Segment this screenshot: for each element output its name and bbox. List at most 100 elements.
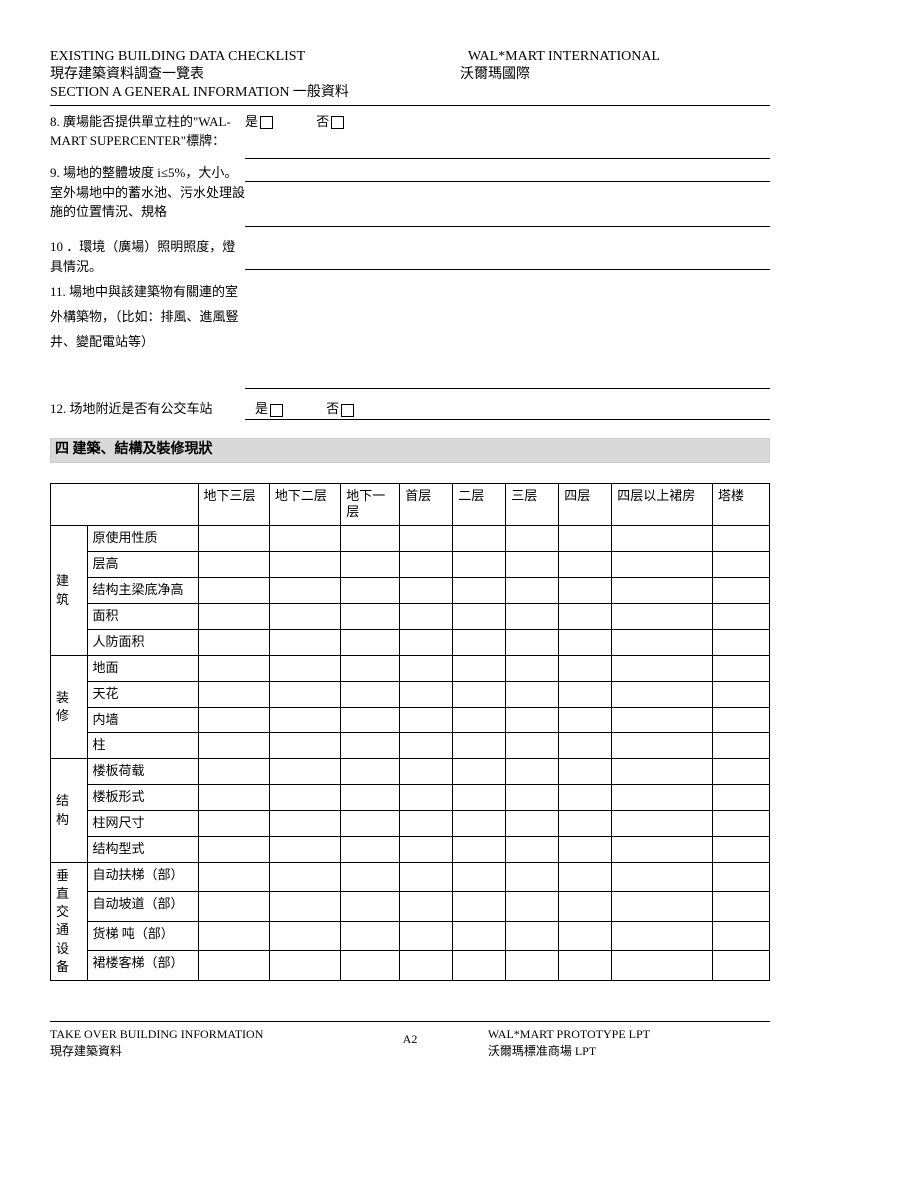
- table-cell[interactable]: [453, 629, 506, 655]
- table-cell[interactable]: [506, 629, 559, 655]
- table-cell[interactable]: [400, 552, 453, 578]
- table-cell[interactable]: [341, 526, 400, 552]
- table-cell[interactable]: [453, 811, 506, 837]
- table-cell[interactable]: [198, 921, 269, 951]
- table-cell[interactable]: [559, 951, 612, 981]
- table-cell[interactable]: [341, 759, 400, 785]
- table-cell[interactable]: [453, 552, 506, 578]
- table-cell[interactable]: [506, 655, 559, 681]
- table-cell[interactable]: [713, 603, 770, 629]
- table-cell[interactable]: [198, 892, 269, 922]
- table-cell[interactable]: [612, 811, 713, 837]
- table-cell[interactable]: [341, 629, 400, 655]
- table-cell[interactable]: [269, 526, 340, 552]
- table-cell[interactable]: [198, 733, 269, 759]
- table-cell[interactable]: [269, 862, 340, 892]
- table-cell[interactable]: [269, 733, 340, 759]
- table-cell[interactable]: [341, 552, 400, 578]
- table-cell[interactable]: [400, 837, 453, 863]
- table-cell[interactable]: [559, 707, 612, 733]
- table-cell[interactable]: [559, 603, 612, 629]
- table-cell[interactable]: [559, 785, 612, 811]
- table-cell[interactable]: [269, 578, 340, 604]
- table-cell[interactable]: [713, 862, 770, 892]
- table-cell[interactable]: [506, 921, 559, 951]
- table-cell[interactable]: [506, 759, 559, 785]
- table-cell[interactable]: [341, 811, 400, 837]
- table-cell[interactable]: [198, 681, 269, 707]
- table-cell[interactable]: [559, 526, 612, 552]
- table-cell[interactable]: [612, 578, 713, 604]
- table-cell[interactable]: [341, 837, 400, 863]
- table-cell[interactable]: [341, 578, 400, 604]
- table-cell[interactable]: [506, 837, 559, 863]
- table-cell[interactable]: [341, 733, 400, 759]
- table-cell[interactable]: [559, 862, 612, 892]
- table-cell[interactable]: [269, 951, 340, 981]
- table-cell[interactable]: [198, 951, 269, 981]
- table-cell[interactable]: [400, 578, 453, 604]
- table-cell[interactable]: [713, 629, 770, 655]
- table-cell[interactable]: [713, 759, 770, 785]
- table-cell[interactable]: [713, 681, 770, 707]
- table-cell[interactable]: [612, 921, 713, 951]
- table-cell[interactable]: [341, 921, 400, 951]
- table-cell[interactable]: [506, 785, 559, 811]
- table-cell[interactable]: [453, 655, 506, 681]
- table-cell[interactable]: [506, 603, 559, 629]
- table-cell[interactable]: [612, 526, 713, 552]
- table-cell[interactable]: [713, 733, 770, 759]
- table-cell[interactable]: [269, 785, 340, 811]
- table-cell[interactable]: [506, 733, 559, 759]
- table-cell[interactable]: [612, 733, 713, 759]
- table-cell[interactable]: [453, 892, 506, 922]
- table-cell[interactable]: [612, 892, 713, 922]
- table-cell[interactable]: [400, 785, 453, 811]
- table-cell[interactable]: [559, 655, 612, 681]
- table-cell[interactable]: [341, 707, 400, 733]
- q8-no-checkbox[interactable]: [331, 116, 344, 129]
- table-cell[interactable]: [612, 785, 713, 811]
- table-cell[interactable]: [269, 921, 340, 951]
- q12-yes-checkbox[interactable]: [270, 404, 283, 417]
- table-cell[interactable]: [612, 837, 713, 863]
- q9-line2[interactable]: [245, 210, 770, 227]
- table-cell[interactable]: [612, 552, 713, 578]
- table-cell[interactable]: [559, 837, 612, 863]
- table-cell[interactable]: [612, 951, 713, 981]
- table-cell[interactable]: [453, 785, 506, 811]
- table-cell[interactable]: [612, 603, 713, 629]
- table-cell[interactable]: [506, 578, 559, 604]
- table-cell[interactable]: [269, 892, 340, 922]
- table-cell[interactable]: [453, 837, 506, 863]
- q12-no-checkbox[interactable]: [341, 404, 354, 417]
- table-cell[interactable]: [198, 655, 269, 681]
- table-cell[interactable]: [198, 578, 269, 604]
- table-cell[interactable]: [400, 951, 453, 981]
- table-cell[interactable]: [559, 892, 612, 922]
- table-cell[interactable]: [559, 681, 612, 707]
- table-cell[interactable]: [713, 707, 770, 733]
- table-cell[interactable]: [341, 603, 400, 629]
- table-cell[interactable]: [506, 526, 559, 552]
- table-cell[interactable]: [269, 681, 340, 707]
- table-cell[interactable]: [198, 811, 269, 837]
- table-cell[interactable]: [713, 837, 770, 863]
- table-cell[interactable]: [713, 552, 770, 578]
- table-cell[interactable]: [713, 892, 770, 922]
- table-cell[interactable]: [400, 655, 453, 681]
- table-cell[interactable]: [713, 785, 770, 811]
- table-cell[interactable]: [269, 552, 340, 578]
- table-cell[interactable]: [713, 578, 770, 604]
- q10-line[interactable]: [245, 253, 770, 270]
- table-cell[interactable]: [506, 681, 559, 707]
- table-cell[interactable]: [400, 603, 453, 629]
- table-cell[interactable]: [453, 707, 506, 733]
- q9-line1[interactable]: [245, 165, 770, 182]
- table-cell[interactable]: [198, 759, 269, 785]
- table-cell[interactable]: [453, 526, 506, 552]
- table-cell[interactable]: [198, 707, 269, 733]
- table-cell[interactable]: [400, 629, 453, 655]
- table-cell[interactable]: [269, 603, 340, 629]
- table-cell[interactable]: [198, 862, 269, 892]
